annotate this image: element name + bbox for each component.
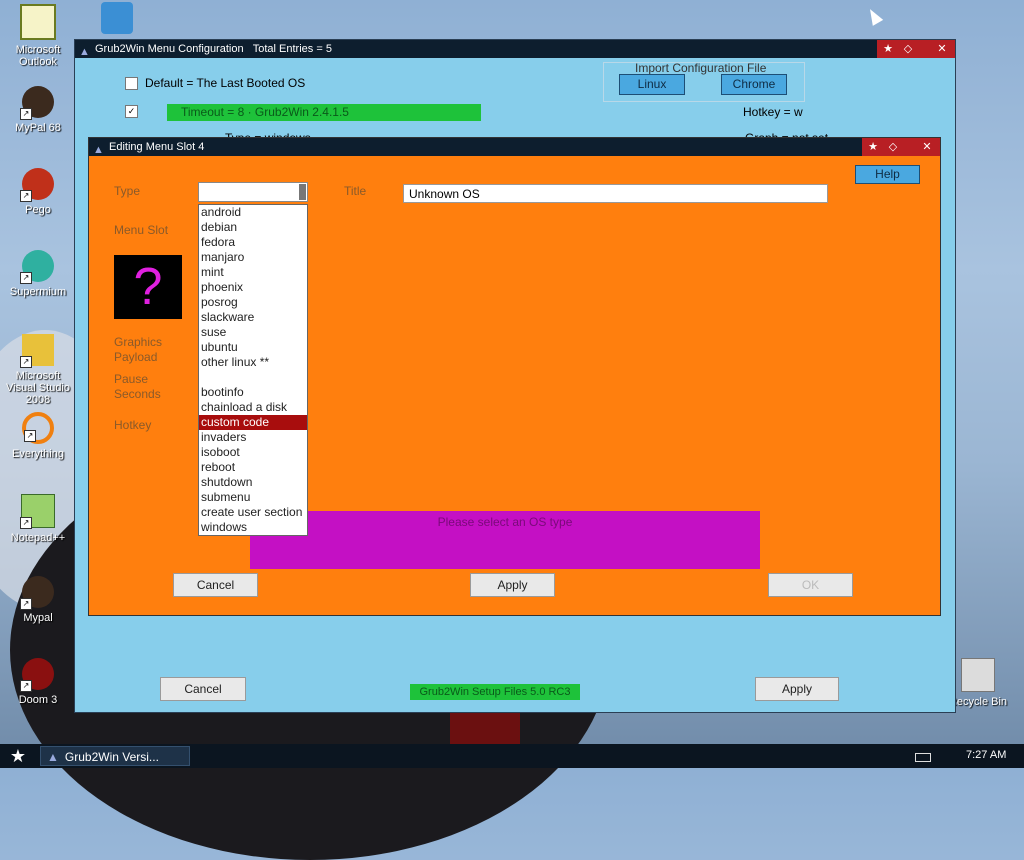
list-item-selected[interactable]: custom code (199, 415, 307, 430)
desktop-icon-pego[interactable]: ↗ Pego (0, 168, 76, 216)
supermium-icon: ↗ (20, 250, 54, 284)
outlook-icon (20, 4, 56, 40)
pin-icon[interactable]: ★ (881, 42, 895, 56)
close-icon[interactable]: ✕ (935, 42, 949, 56)
close-icon[interactable]: ✕ (920, 140, 934, 154)
list-item[interactable]: posrog (199, 295, 307, 310)
list-item[interactable]: create user section (199, 505, 307, 520)
list-item[interactable]: phoenix (199, 280, 307, 295)
desktop-icon-label: Everything (12, 448, 64, 460)
help-button[interactable]: Help (855, 165, 920, 184)
list-item[interactable]: android (199, 205, 307, 220)
desktop-icon-supermium[interactable]: ↗ Supermium (0, 250, 76, 298)
dialog-title: Editing Menu Slot 4 (109, 141, 205, 153)
list-item[interactable]: isoboot (199, 445, 307, 460)
list-item[interactable]: manjaro (199, 250, 307, 265)
taskbar-item-grub2win[interactable]: ▲ Grub2Win Versi... (40, 746, 190, 766)
main-cancel-button[interactable]: Cancel (160, 677, 246, 701)
dialog-titlebar: ▲ Editing Menu Slot 4 ★ ◇ ✕ (89, 138, 940, 156)
desktop-icon-label: Doom 3 (18, 694, 58, 706)
type-label: Type (114, 184, 141, 198)
purple-info-panel: Please select an OS type (250, 511, 760, 569)
main-title: Grub2Win Menu Configuration Total Entrie… (95, 43, 332, 55)
import-chrome-button[interactable]: Chrome (721, 74, 787, 95)
title-label: Title (344, 184, 367, 198)
list-separator (199, 370, 307, 385)
dropdown-scroll-thumb[interactable] (299, 184, 306, 200)
import-label: Import Configuration File (635, 61, 767, 75)
minimize-icon[interactable]: ◇ (901, 42, 915, 56)
list-item[interactable]: mint (199, 265, 307, 280)
grub2win-icon: ▲ (79, 46, 90, 58)
desktop-icon-label: Pego (25, 204, 51, 216)
menu-slot-label: Menu Slot (114, 223, 169, 237)
graphics-payload-label: Graphics Payload (114, 335, 163, 364)
list-item[interactable]: chainload a disk (199, 400, 307, 415)
minimize-icon[interactable]: ◇ (886, 140, 900, 154)
pin-icon[interactable]: ★ (866, 140, 880, 154)
import-linux-button[interactable]: Linux (619, 74, 685, 95)
desktop-icon-mypal[interactable]: ↗ Mypal (0, 576, 76, 624)
mypal-icon: ↗ (20, 86, 54, 120)
grub2win-icon: ▲ (47, 750, 59, 764)
list-item[interactable]: bootinfo (199, 385, 307, 400)
main-titlebar: ▲ Grub2Win Menu Configuration Total Entr… (75, 40, 955, 58)
doom-icon: ↗ (20, 658, 54, 692)
mouse-cursor-icon (864, 6, 884, 26)
desktop-icon-label: MyPal 68 (15, 122, 61, 134)
taskbar: ★ ▲ Grub2Win Versi... 7:27 AM (0, 744, 1024, 768)
type-dropdown-list[interactable]: android debian fedora manjaro mint phoen… (198, 204, 308, 536)
list-item[interactable]: windows (199, 520, 307, 535)
enabled-checkbox[interactable]: ✓ (125, 105, 138, 118)
bottom-green-bar: Grub2Win Setup Files 5.0 RC3 (410, 684, 580, 700)
type-dropdown[interactable] (198, 182, 308, 202)
desktop-icon-visual-studio[interactable]: ↗ Microsoft Visual Studio 2008 (0, 334, 76, 406)
visual-studio-icon: ↗ (20, 334, 54, 368)
main-apply-button[interactable]: Apply (755, 677, 839, 701)
title-input[interactable]: Unknown OS (403, 184, 828, 203)
status-green-bar: Timeout = 8 · Grub2Win 2.4.1.5 (167, 104, 481, 121)
keyboard-icon[interactable] (915, 753, 931, 762)
hotkey-label: Hotkey = w (743, 105, 803, 119)
desktop-icon-doom3[interactable]: ↗ Doom 3 (0, 658, 76, 706)
dialog-cancel-button[interactable]: Cancel (173, 573, 258, 597)
desktop-icon-outlook[interactable]: Microsoft Outlook (0, 4, 76, 68)
list-item[interactable]: reboot (199, 460, 307, 475)
mypal-icon: ↗ (20, 576, 54, 610)
grub2win-icon: ▲ (93, 144, 104, 156)
pego-icon: ↗ (20, 168, 54, 202)
list-item[interactable]: submenu (199, 490, 307, 505)
desktop-icon-notepadpp[interactable]: ↗ Notepad++ (0, 494, 76, 544)
recycle-bin-icon (961, 658, 995, 692)
list-item[interactable]: ubuntu (199, 340, 307, 355)
dialog-apply-button[interactable]: Apply (470, 573, 555, 597)
default-checkbox[interactable] (125, 77, 138, 90)
list-item[interactable]: fedora (199, 235, 307, 250)
default-label: Default = The Last Booted OS (145, 76, 306, 90)
list-item[interactable]: slackware (199, 310, 307, 325)
list-item[interactable]: suse (199, 325, 307, 340)
start-button[interactable]: ★ (6, 745, 30, 767)
desktop-icon-label: Microsoft Visual Studio 2008 (5, 370, 70, 406)
taskbar-clock[interactable]: 7:27 AM (966, 749, 1006, 761)
dialog-ok-button[interactable]: OK (768, 573, 853, 597)
pause-seconds-label: Pause Seconds (114, 372, 161, 401)
desktop-icon-everything[interactable]: ↗ Everything (0, 412, 76, 460)
desktop-red-accent (450, 710, 520, 746)
everything-icon: ↗ (22, 412, 54, 444)
hotkey-label: Hotkey (114, 418, 152, 432)
top-app-icon[interactable] (101, 2, 133, 34)
desktop-icon-label: Supermium (9, 286, 67, 298)
desktop-icon-label: Notepad++ (10, 532, 66, 544)
desktop-icon-label: Mypal (23, 612, 53, 624)
desktop-icon-mypal68[interactable]: ↗ MyPal 68 (0, 86, 76, 134)
list-item[interactable]: shutdown (199, 475, 307, 490)
os-image-placeholder: ? (114, 255, 182, 319)
list-item[interactable]: invaders (199, 430, 307, 445)
desktop-icon-label: Microsoft Outlook (15, 44, 61, 68)
list-item[interactable]: debian (199, 220, 307, 235)
taskbar-item-label: Grub2Win Versi... (64, 750, 159, 764)
notepadpp-icon: ↗ (20, 494, 55, 529)
list-item[interactable]: other linux ** (199, 355, 307, 370)
